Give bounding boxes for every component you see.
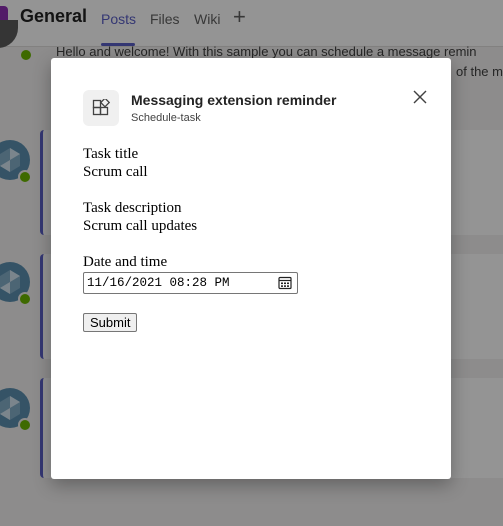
task-form: Task title Scrum call Task description S… — [83, 145, 423, 332]
close-button[interactable] — [410, 87, 430, 107]
close-icon — [413, 90, 427, 104]
dialog-title: Messaging extension reminder — [131, 92, 337, 108]
dialog-subtitle: Schedule-task — [131, 112, 201, 124]
task-title-label: Task title — [83, 146, 139, 162]
task-description-value: Scrum call updates — [83, 218, 198, 234]
app-grid-icon — [83, 90, 119, 126]
datetime-value: 11/16/2021 08:28 PM — [87, 276, 230, 290]
datetime-input[interactable]: 11/16/2021 08:28 PM — [83, 272, 298, 294]
calendar-icon[interactable] — [278, 276, 292, 290]
task-description-label: Task description — [83, 200, 182, 216]
datetime-label: Date and time — [83, 254, 168, 270]
submit-button[interactable]: Submit — [83, 313, 138, 332]
task-title-value: Scrum call — [83, 164, 148, 180]
task-module-dialog: Messaging extension reminder Schedule-ta… — [51, 58, 451, 479]
